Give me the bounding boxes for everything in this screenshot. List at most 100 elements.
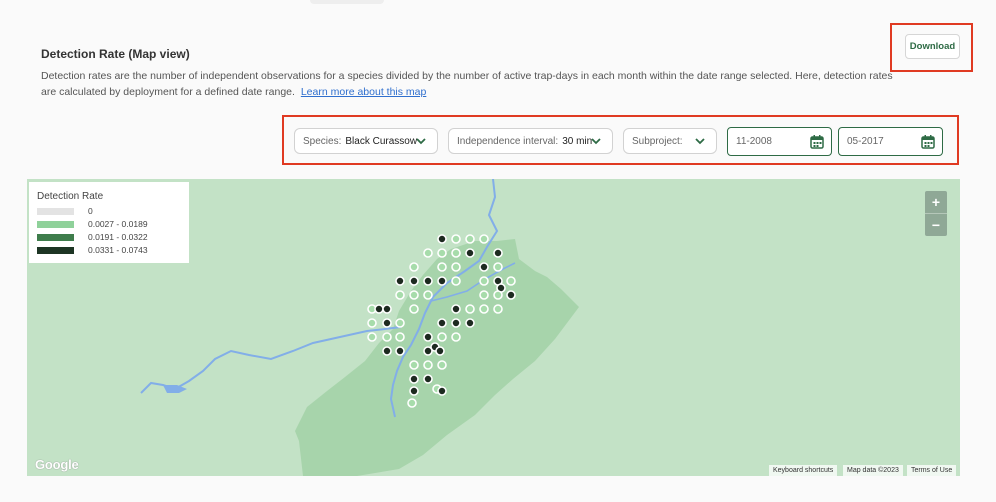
site-marker[interactable] <box>451 332 461 342</box>
species-value: Black Curassow <box>345 135 418 147</box>
site-marker[interactable] <box>409 290 419 300</box>
species-label: Species: <box>303 135 342 147</box>
legend-title: Detection Rate <box>37 191 104 202</box>
site-marker[interactable] <box>465 234 475 244</box>
end-date-value: 05-2017 <box>847 136 884 147</box>
species-select[interactable]: Species: Black Curassow <box>294 128 438 154</box>
description-text: Detection rates are the number of indepe… <box>41 70 893 98</box>
site-marker[interactable] <box>451 262 461 272</box>
site-marker[interactable] <box>367 318 377 328</box>
interval-label: Independence interval: <box>457 135 559 147</box>
site-marker[interactable] <box>409 276 419 286</box>
end-date-input[interactable]: 05-2017 <box>838 127 943 156</box>
site-marker[interactable] <box>423 360 433 370</box>
site-marker[interactable] <box>479 262 489 272</box>
site-marker[interactable] <box>409 262 419 272</box>
site-marker[interactable] <box>423 332 433 342</box>
site-marker[interactable] <box>395 290 405 300</box>
site-marker[interactable] <box>451 234 461 244</box>
chevron-down-icon <box>416 138 426 145</box>
site-marker[interactable] <box>506 290 516 300</box>
chevron-down-icon <box>695 138 705 145</box>
keyboard-shortcuts-link[interactable]: Keyboard shortcuts <box>769 465 838 476</box>
site-marker[interactable] <box>465 248 475 258</box>
site-marker[interactable] <box>437 276 447 286</box>
calendar-icon[interactable] <box>920 134 936 150</box>
site-marker[interactable] <box>493 262 503 272</box>
site-marker[interactable] <box>423 374 433 384</box>
site-marker[interactable] <box>451 304 461 314</box>
site-marker[interactable] <box>437 234 447 244</box>
site-marker[interactable] <box>451 248 461 258</box>
chevron-down-icon <box>591 138 601 145</box>
site-marker[interactable] <box>382 304 392 314</box>
start-date-input[interactable]: 11-2008 <box>727 127 832 156</box>
site-marker[interactable] <box>395 276 405 286</box>
site-marker[interactable] <box>465 304 475 314</box>
zoom-in-button[interactable]: + <box>925 191 947 213</box>
download-button[interactable]: Download <box>905 34 960 59</box>
site-marker[interactable] <box>409 374 419 384</box>
site-marker[interactable] <box>493 290 503 300</box>
site-marker[interactable] <box>367 332 377 342</box>
page-description: Detection rates are the number of indepe… <box>41 68 901 100</box>
subproject-select[interactable]: Subproject: <box>623 128 717 154</box>
legend-entry: 0.0027 - 0.0189 <box>37 219 148 229</box>
site-marker[interactable] <box>479 234 489 244</box>
site-marker[interactable] <box>437 248 447 258</box>
subproject-label: Subproject: <box>632 135 683 147</box>
terms-of-use-link[interactable]: Terms of Use <box>907 465 957 476</box>
site-marker[interactable] <box>374 304 384 314</box>
calendar-icon[interactable] <box>809 134 825 150</box>
site-marker[interactable] <box>395 346 405 356</box>
site-marker[interactable] <box>437 262 447 272</box>
site-marker[interactable] <box>395 318 405 328</box>
site-marker[interactable] <box>451 318 461 328</box>
page-title: Detection Rate (Map view) <box>41 47 190 61</box>
site-marker[interactable] <box>479 276 489 286</box>
map-data-attribution[interactable]: Map data ©2023 <box>843 465 903 476</box>
start-date-value: 11-2008 <box>736 136 772 147</box>
site-marker[interactable] <box>423 248 433 258</box>
zoom-control: + − <box>925 191 947 236</box>
site-marker[interactable] <box>423 290 433 300</box>
site-marker[interactable] <box>437 360 447 370</box>
legend-panel: Detection Rate 0 0.0027 - 0.0189 0.0191 … <box>29 182 189 263</box>
site-marker[interactable] <box>506 276 516 286</box>
site-marker[interactable] <box>437 386 447 396</box>
site-marker[interactable] <box>409 360 419 370</box>
learn-more-link[interactable]: Learn more about this map <box>301 86 427 98</box>
site-marker[interactable] <box>493 304 503 314</box>
site-marker[interactable] <box>409 304 419 314</box>
interval-select[interactable]: Independence interval: 30 min <box>448 128 613 154</box>
legend-entry: 0.0191 - 0.0322 <box>37 232 148 242</box>
site-marker[interactable] <box>451 276 461 286</box>
google-logo[interactable]: Google <box>35 457 79 472</box>
legend-label: 0.0331 - 0.0743 <box>88 245 148 255</box>
site-marker[interactable] <box>382 332 392 342</box>
site-marker[interactable] <box>382 346 392 356</box>
site-marker[interactable] <box>423 276 433 286</box>
top-tab-stub <box>310 0 384 4</box>
legend-swatch <box>37 220 74 228</box>
site-marker[interactable] <box>479 290 489 300</box>
zoom-out-button[interactable]: − <box>925 214 947 236</box>
site-marker[interactable] <box>465 318 475 328</box>
site-marker[interactable] <box>407 398 417 408</box>
site-marker[interactable] <box>479 304 489 314</box>
river-lake <box>163 385 187 393</box>
legend-label: 0 <box>88 206 93 216</box>
interval-value: 30 min <box>562 135 593 147</box>
legend-entry: 0.0331 - 0.0743 <box>37 245 148 255</box>
site-marker[interactable] <box>395 332 405 342</box>
site-marker[interactable] <box>437 332 447 342</box>
site-marker[interactable] <box>493 248 503 258</box>
legend-label: 0.0191 - 0.0322 <box>88 232 148 242</box>
site-marker[interactable] <box>435 346 445 356</box>
site-marker[interactable] <box>437 318 447 328</box>
legend-label: 0.0027 - 0.0189 <box>88 219 148 229</box>
legend-entry: 0 <box>37 206 93 216</box>
legend-swatch <box>37 233 74 241</box>
site-marker[interactable] <box>409 386 419 396</box>
site-marker[interactable] <box>382 318 392 328</box>
